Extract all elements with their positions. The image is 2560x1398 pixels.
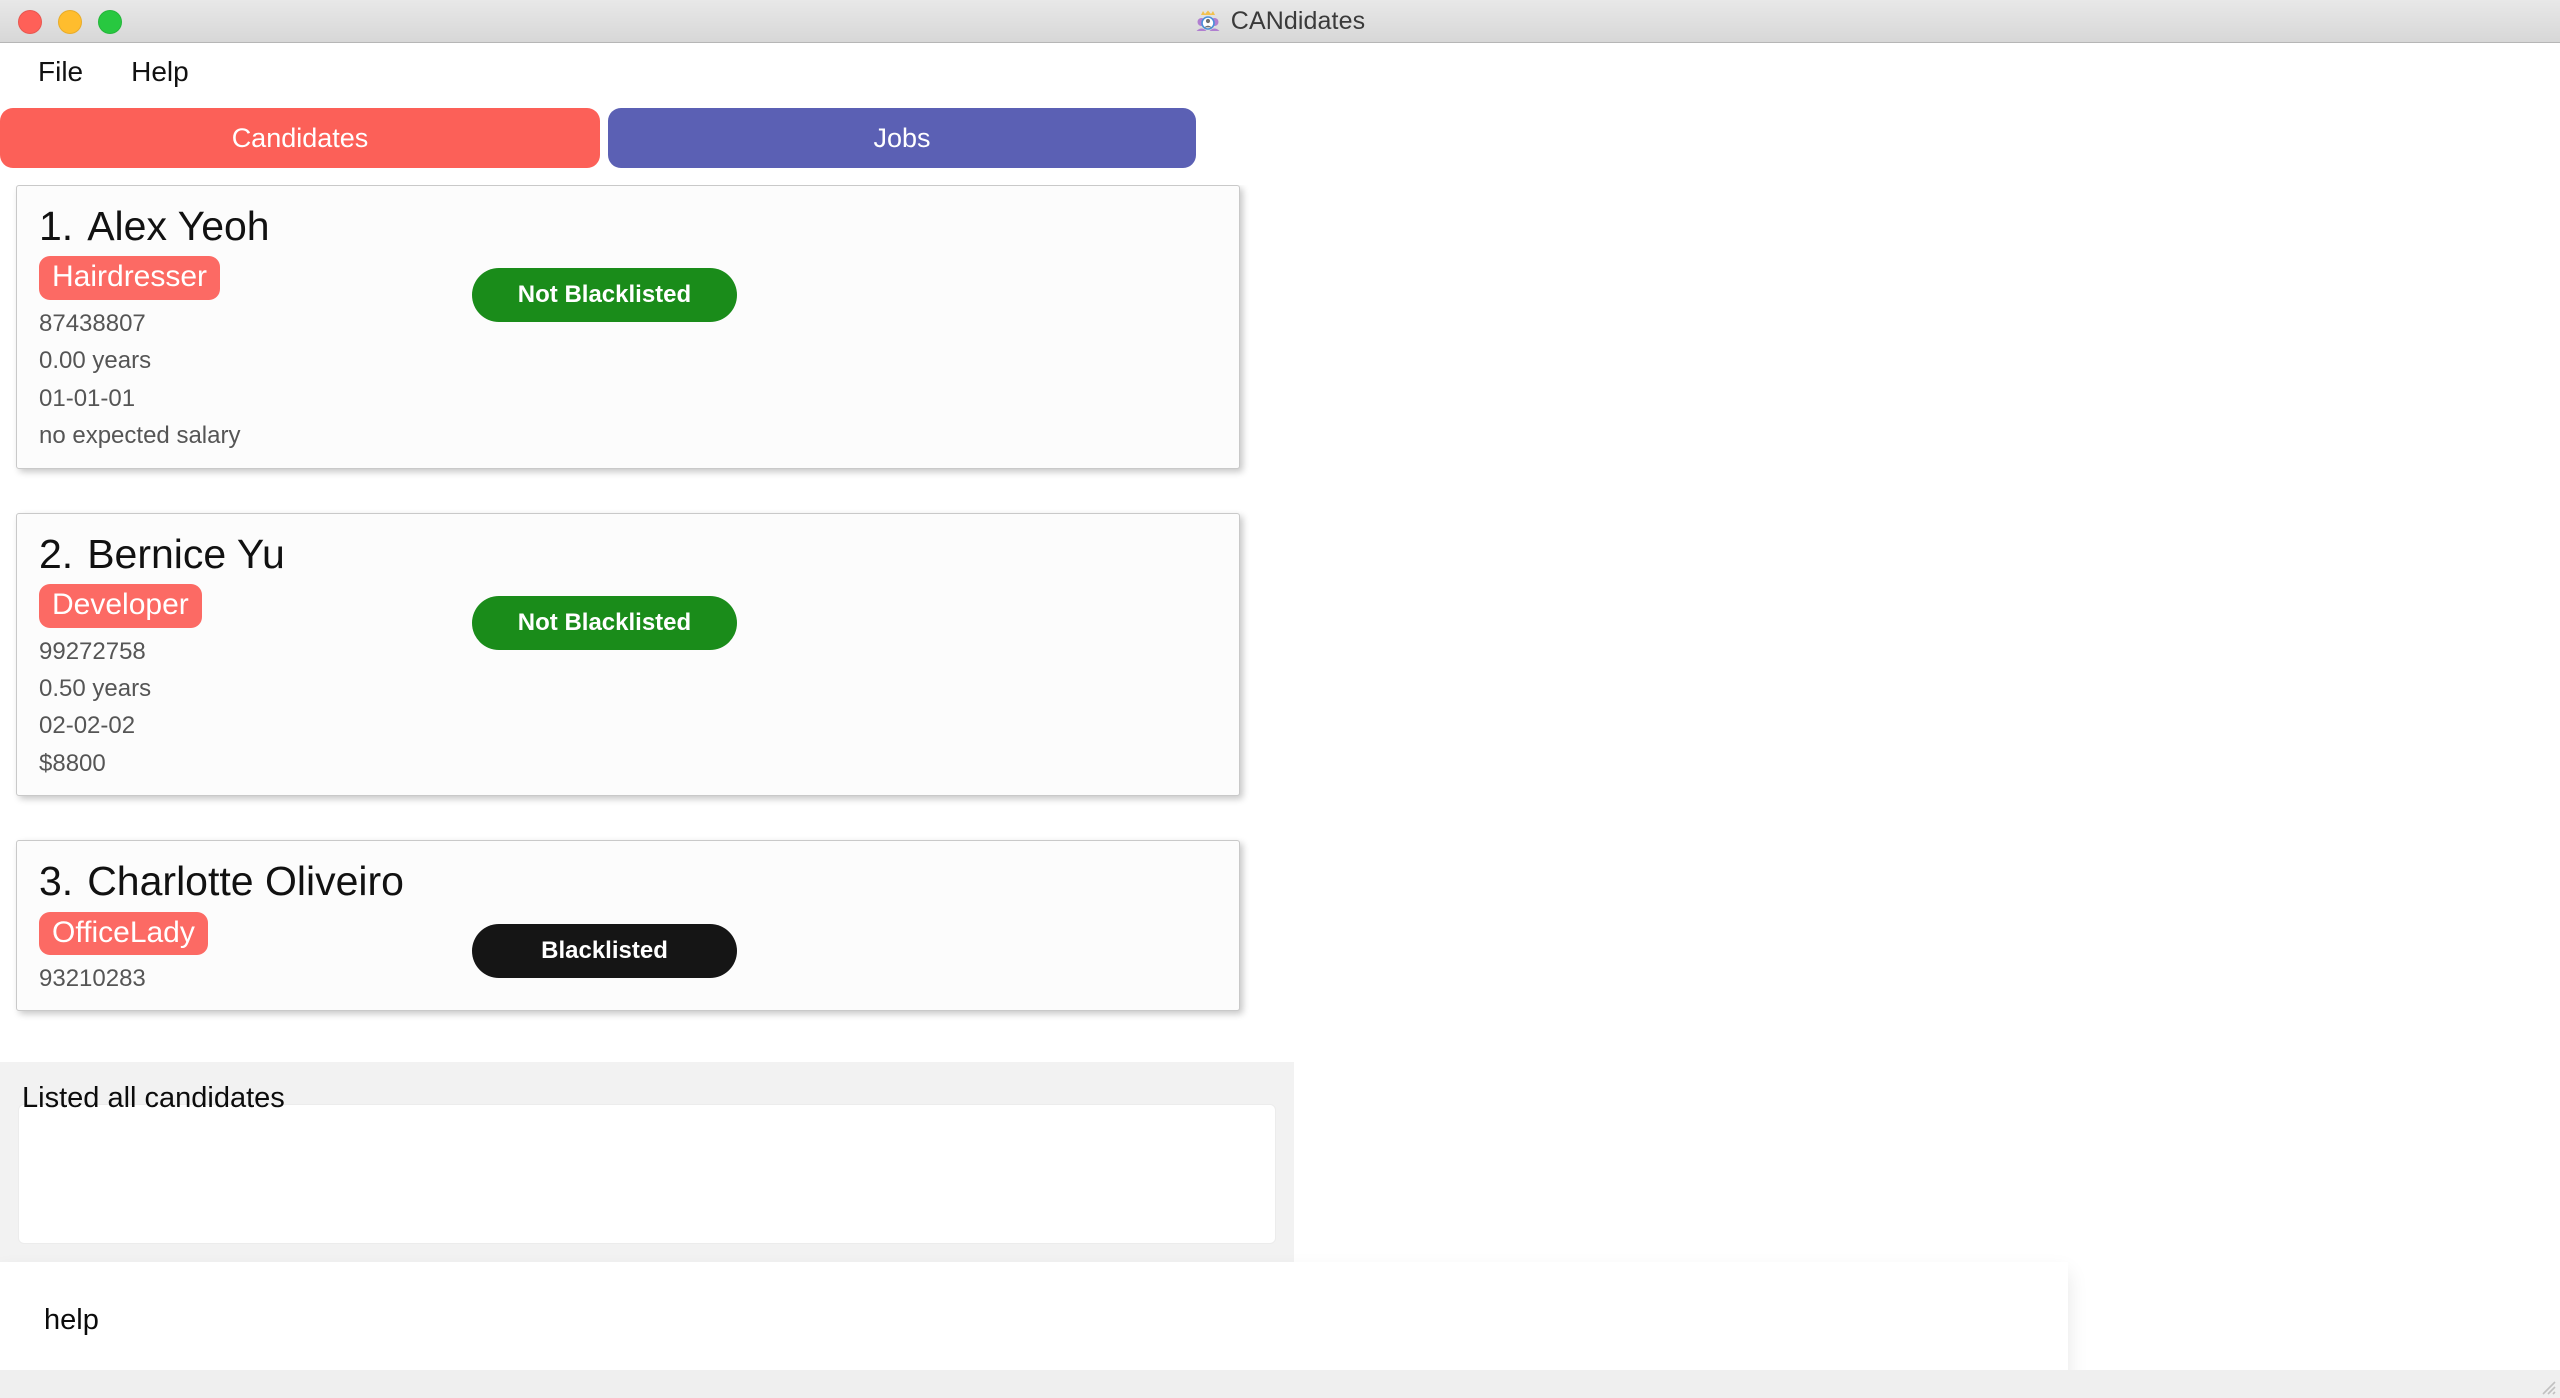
tab-jobs-label: Jobs: [873, 122, 931, 153]
candidate-experience: 0.00 years: [39, 347, 152, 375]
candidate-card[interactable]: 3. Charlotte Oliveiro OfficeLady 93210283…: [16, 840, 1240, 1012]
tab-bar: Candidates Jobs: [0, 104, 2560, 172]
candidate-tag[interactable]: Developer: [39, 584, 202, 628]
candidate-salary: no expected salary: [39, 422, 241, 450]
candidate-list[interactable]: 1. Alex Yeoh Hairdresser 87438807 0.00 ye…: [0, 185, 1300, 1065]
candidate-tag[interactable]: OfficeLady: [39, 911, 208, 956]
window-title-group: CANdidates: [0, 0, 2560, 43]
result-display-box: [18, 1104, 1276, 1244]
result-message: Listed all candidates: [22, 1082, 285, 1114]
candidate-name-row: 1. Alex Yeoh: [39, 200, 1217, 252]
window-controls: [18, 0, 122, 43]
candidate-name-row: 3. Charlotte Oliveiro: [39, 855, 1217, 907]
close-window-button[interactable]: [18, 9, 42, 34]
candidate-body: Hairdresser 87438807 0.00 years 01-01-01…: [39, 256, 1217, 449]
menubar: File Help: [0, 43, 2560, 101]
status-badge[interactable]: Not Blacklisted: [472, 268, 737, 323]
menu-file[interactable]: File: [34, 54, 87, 90]
tab-candidates-label: Candidates: [231, 122, 369, 153]
status-badge[interactable]: Not Blacklisted: [472, 596, 737, 650]
candidate-index: 3.: [39, 858, 74, 905]
menu-help[interactable]: Help: [127, 54, 193, 90]
candidate-index: 2.: [39, 530, 74, 577]
tab-candidates[interactable]: Candidates: [0, 108, 600, 168]
candidate-experience: 0.50 years: [39, 674, 152, 702]
candidate-body: OfficeLady 93210283 Blacklisted: [39, 911, 1217, 993]
candidates-app-icon: [1196, 10, 1220, 31]
candidate-name-row: 2. Bernice Yu: [39, 528, 1217, 580]
window-title: CANdidates: [1230, 7, 1366, 35]
candidate-date: 01-01-01: [39, 384, 136, 412]
candidate-index: 1.: [39, 203, 74, 249]
tab-jobs[interactable]: Jobs: [608, 108, 1196, 168]
candidate-card[interactable]: 2. Bernice Yu Developer 99272758 0.50 yea…: [16, 512, 1240, 797]
candidate-salary: $8800: [39, 749, 106, 777]
candidate-name: Bernice Yu: [87, 530, 285, 577]
candidate-name: Alex Yeoh: [87, 203, 270, 249]
candidate-body: Developer 99272758 0.50 years 02-02-02 $…: [39, 584, 1217, 777]
candidate-name: Charlotte Oliveiro: [87, 858, 404, 905]
window-titlebar: CANdidates: [0, 0, 2560, 43]
minimize-window-button[interactable]: [58, 9, 82, 34]
resize-grip-icon[interactable]: [2538, 1377, 2556, 1395]
status-badge[interactable]: Blacklisted: [472, 923, 737, 978]
candidate-tag[interactable]: Hairdresser: [39, 256, 221, 300]
command-input[interactable]: [44, 1304, 944, 1337]
candidate-card[interactable]: 1. Alex Yeoh Hairdresser 87438807 0.00 ye…: [16, 185, 1240, 469]
candidate-date: 02-02-02: [39, 712, 136, 740]
window-bottom-strip: [0, 1370, 2560, 1398]
maximize-window-button[interactable]: [98, 9, 122, 34]
